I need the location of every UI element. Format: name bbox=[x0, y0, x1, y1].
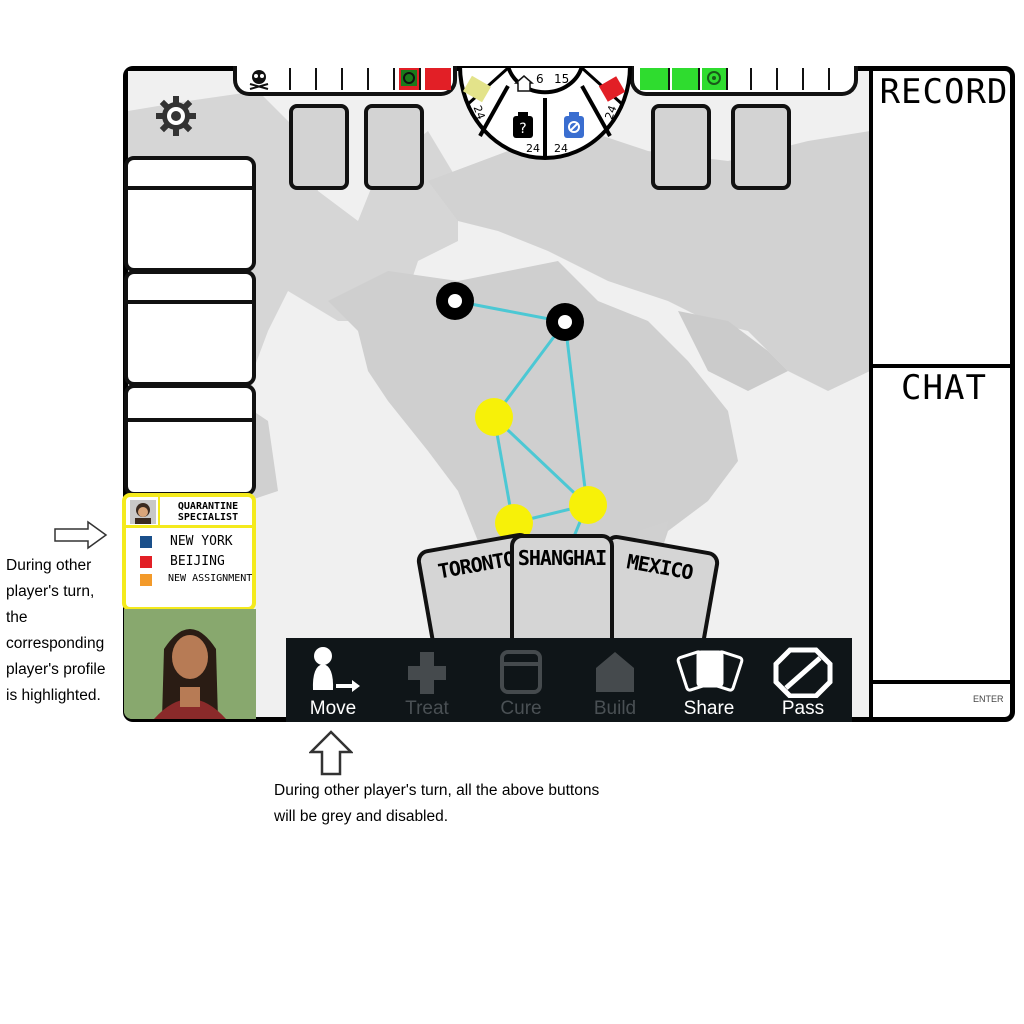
cross-icon bbox=[408, 652, 446, 694]
build-button[interactable]: Build bbox=[568, 638, 662, 722]
player-card-slot[interactable] bbox=[651, 104, 711, 190]
player-profile-slot[interactable] bbox=[124, 384, 256, 496]
treat-button[interactable]: Treat bbox=[380, 638, 474, 722]
svg-text:?: ? bbox=[519, 121, 526, 137]
player-card-beijing: BEIJING bbox=[138, 554, 248, 572]
city-node-black[interactable] bbox=[436, 282, 474, 320]
cube-count-black: 24 bbox=[526, 142, 540, 155]
player-card-slot[interactable] bbox=[289, 104, 349, 190]
biohazard-icon bbox=[702, 68, 728, 90]
chat-log bbox=[873, 410, 1015, 680]
buttons-disabled-note: During other player's turn, all the abov… bbox=[274, 782, 600, 825]
player-role: QUARANTINE SPECIALIST bbox=[177, 501, 239, 523]
city-node-yellow[interactable] bbox=[569, 486, 607, 524]
city-node-yellow[interactable] bbox=[475, 398, 513, 436]
cure-track bbox=[630, 66, 858, 96]
move-button[interactable]: Move bbox=[286, 638, 380, 722]
action-bar: Move Treat Cure Build Share Pass bbox=[286, 638, 852, 722]
record-title: RECORD bbox=[879, 72, 1009, 112]
outbreak-track bbox=[233, 66, 457, 96]
pass-button[interactable]: Pass bbox=[756, 638, 850, 722]
pawn-icon bbox=[312, 647, 360, 692]
disease-wheel: 6 15 ? 24 24 24 24 bbox=[457, 64, 633, 160]
vial-icon bbox=[500, 650, 542, 694]
city-node-black[interactable] bbox=[546, 303, 584, 341]
cards-icon bbox=[676, 650, 744, 692]
biohazard-icon bbox=[399, 68, 421, 90]
arrow-right-icon bbox=[54, 520, 108, 550]
player-profile-slot[interactable] bbox=[124, 270, 256, 386]
chat-input[interactable] bbox=[873, 684, 973, 718]
highlighted-player-profile[interactable]: QUARANTINE SPECIALIST NEW YORK BEIJING N… bbox=[122, 493, 256, 611]
record-log bbox=[873, 114, 1015, 366]
research-station-count: 6 bbox=[536, 72, 544, 86]
house-icon bbox=[514, 74, 534, 92]
chat-title: CHAT bbox=[901, 368, 987, 408]
house-icon bbox=[596, 652, 634, 692]
pass-icon bbox=[773, 647, 833, 699]
player-card-new-assignment: NEW ASSIGNMENT bbox=[138, 572, 256, 590]
enter-button[interactable]: ENTER bbox=[973, 694, 1013, 704]
outbreak-count: 15 bbox=[554, 72, 570, 86]
share-button[interactable]: Share bbox=[662, 638, 756, 722]
right-panel: RECORD CHAT ENTER bbox=[869, 66, 1015, 722]
profile-highlight-note: During other player's turn, the correspo… bbox=[6, 557, 106, 704]
cure-button[interactable]: Cure bbox=[474, 638, 568, 722]
avatar bbox=[130, 500, 156, 524]
player-portrait bbox=[124, 609, 256, 719]
cube-count-blue: 24 bbox=[554, 142, 568, 155]
player-profile-slot[interactable] bbox=[124, 156, 256, 272]
question-icon: ? bbox=[511, 110, 535, 140]
player-card-slot[interactable] bbox=[364, 104, 424, 190]
vial-icon bbox=[562, 110, 586, 140]
player-card-new-york: NEW YORK bbox=[138, 534, 248, 552]
skull-icon bbox=[247, 68, 271, 90]
arrow-up-icon bbox=[307, 730, 355, 776]
gear-icon[interactable] bbox=[154, 94, 198, 138]
player-card-slot[interactable] bbox=[731, 104, 791, 190]
